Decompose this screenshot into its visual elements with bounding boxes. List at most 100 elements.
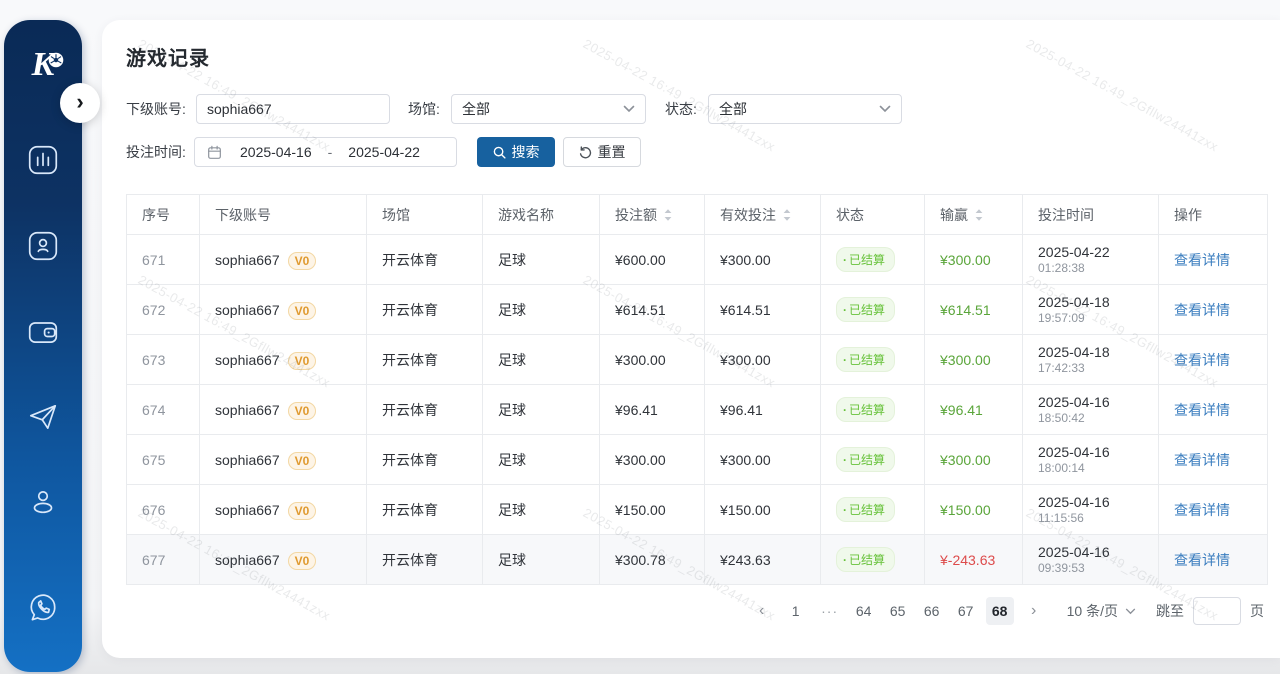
- column-label: 下级账号: [215, 207, 271, 223]
- page-button[interactable]: 64: [850, 597, 878, 625]
- cell-status: 已结算: [821, 485, 925, 535]
- cell-win-loss: ¥300.00: [925, 335, 1023, 385]
- id-card-icon: [26, 229, 60, 263]
- sidebar-item-account[interactable]: [26, 229, 60, 263]
- view-details-link[interactable]: 查看详情: [1174, 252, 1230, 268]
- bet-date: 2025-04-16: [1038, 493, 1143, 511]
- column-label: 游戏名称: [498, 207, 554, 223]
- wallet-icon: [26, 315, 60, 349]
- account-name: sophia667: [215, 402, 280, 418]
- page-button[interactable]: 68: [986, 597, 1014, 625]
- sidebar-item-support[interactable]: [26, 591, 60, 625]
- cell-status: 已结算: [821, 285, 925, 335]
- page-button[interactable]: 66: [918, 597, 946, 625]
- jump-page-input[interactable]: [1193, 597, 1241, 625]
- status-badge: 已结算: [836, 397, 895, 422]
- view-details-link[interactable]: 查看详情: [1174, 552, 1230, 568]
- bet-date: 2025-04-18: [1038, 293, 1143, 311]
- sidebar-expand-button[interactable]: ›: [60, 83, 100, 123]
- jump-to-page: 跳至 页: [1156, 597, 1264, 625]
- cell-venue: 开云体育: [367, 335, 483, 385]
- view-details-link[interactable]: 查看详情: [1174, 302, 1230, 318]
- cell-valid-bet: ¥96.41: [705, 385, 821, 435]
- chevron-down-icon: [623, 105, 635, 113]
- cell-game: 足球: [483, 385, 600, 435]
- page-button[interactable]: 1: [782, 597, 810, 625]
- table-row: 674 sophia667V0 开云体育 足球 ¥96.41 ¥96.41 已结…: [127, 385, 1268, 435]
- column-header[interactable]: 有效投注: [705, 195, 821, 235]
- sidebar-item-reports[interactable]: [26, 143, 60, 177]
- account-input[interactable]: [196, 94, 390, 124]
- reset-button[interactable]: 重置: [563, 137, 641, 167]
- column-label: 投注时间: [1038, 207, 1094, 223]
- status-badge: 已结算: [836, 497, 895, 522]
- app-logo: K: [4, 48, 82, 82]
- page-size-select[interactable]: 10 条/页: [1067, 601, 1136, 621]
- cell-action: 查看详情: [1159, 535, 1268, 585]
- next-page-icon[interactable]: ›: [1020, 597, 1048, 625]
- cell-bet-amount: ¥96.41: [600, 385, 705, 435]
- cell-status: 已结算: [821, 385, 925, 435]
- date-range-picker[interactable]: 2025-04-16 - 2025-04-22: [194, 137, 457, 167]
- cell-action: 查看详情: [1159, 485, 1268, 535]
- view-details-link[interactable]: 查看详情: [1174, 402, 1230, 418]
- cell-account: sophia667V0: [200, 485, 367, 535]
- bet-time: 19:57:09: [1038, 311, 1143, 326]
- column-header[interactable]: 投注额: [600, 195, 705, 235]
- chevron-down-icon: [1125, 608, 1136, 615]
- win-loss-value: ¥96.41: [940, 402, 983, 418]
- cell-game: 足球: [483, 285, 600, 335]
- soccer-ball-icon: [48, 52, 64, 68]
- sidebar-item-transfer[interactable]: [26, 400, 60, 434]
- cell-bet-amount: ¥300.00: [600, 435, 705, 485]
- sort-icon: [974, 208, 984, 222]
- cell-status: 已结算: [821, 435, 925, 485]
- table-row: 673 sophia667V0 开云体育 足球 ¥300.00 ¥300.00 …: [127, 335, 1268, 385]
- cell-venue: 开云体育: [367, 385, 483, 435]
- chevron-right-icon: ›: [76, 91, 83, 113]
- cell-seq: 677: [127, 535, 200, 585]
- account-name: sophia667: [215, 252, 280, 268]
- page-button[interactable]: 67: [952, 597, 980, 625]
- cell-venue: 开云体育: [367, 435, 483, 485]
- cell-seq: 675: [127, 435, 200, 485]
- search-button[interactable]: 搜索: [477, 137, 555, 167]
- status-select[interactable]: 全部: [708, 94, 902, 124]
- venue-select[interactable]: 全部: [451, 94, 646, 124]
- win-loss-value: ¥300.00: [940, 252, 991, 268]
- send-icon: [26, 400, 60, 434]
- bet-date: 2025-04-16: [1038, 393, 1143, 411]
- column-label: 状态: [836, 207, 864, 223]
- prev-page-icon[interactable]: ‹: [748, 597, 776, 625]
- bet-time: 18:50:42: [1038, 411, 1143, 426]
- sidebar-item-wallet[interactable]: [26, 315, 60, 349]
- view-details-link[interactable]: 查看详情: [1174, 502, 1230, 518]
- cell-venue: 开云体育: [367, 235, 483, 285]
- calendar-icon: [207, 145, 222, 160]
- view-details-link[interactable]: 查看详情: [1174, 352, 1230, 368]
- table-row: 675 sophia667V0 开云体育 足球 ¥300.00 ¥300.00 …: [127, 435, 1268, 485]
- column-header: 操作: [1159, 195, 1268, 235]
- column-header[interactable]: 输赢: [925, 195, 1023, 235]
- cell-valid-bet: ¥300.00: [705, 435, 821, 485]
- search-button-label: 搜索: [512, 142, 540, 162]
- cell-account: sophia667V0: [200, 535, 367, 585]
- sidebar-item-profile[interactable]: [26, 485, 60, 519]
- cell-bet-amount: ¥600.00: [600, 235, 705, 285]
- jump-suffix: 页: [1250, 601, 1264, 621]
- cell-account: sophia667V0: [200, 435, 367, 485]
- page-size-value: 10 条/页: [1067, 601, 1118, 621]
- account-name: sophia667: [215, 352, 280, 368]
- page-button[interactable]: 65: [884, 597, 912, 625]
- user-icon: [26, 485, 60, 519]
- cell-seq: 672: [127, 285, 200, 335]
- level-badge: V0: [288, 352, 317, 370]
- cell-bet-amount: ¥614.51: [600, 285, 705, 335]
- venue-select-value: 全部: [462, 99, 490, 119]
- view-details-link[interactable]: 查看详情: [1174, 452, 1230, 468]
- level-badge: V0: [288, 452, 317, 470]
- bar-chart-icon: [26, 143, 60, 177]
- cell-action: 查看详情: [1159, 285, 1268, 335]
- column-header: 投注时间: [1023, 195, 1159, 235]
- cell-game: 足球: [483, 535, 600, 585]
